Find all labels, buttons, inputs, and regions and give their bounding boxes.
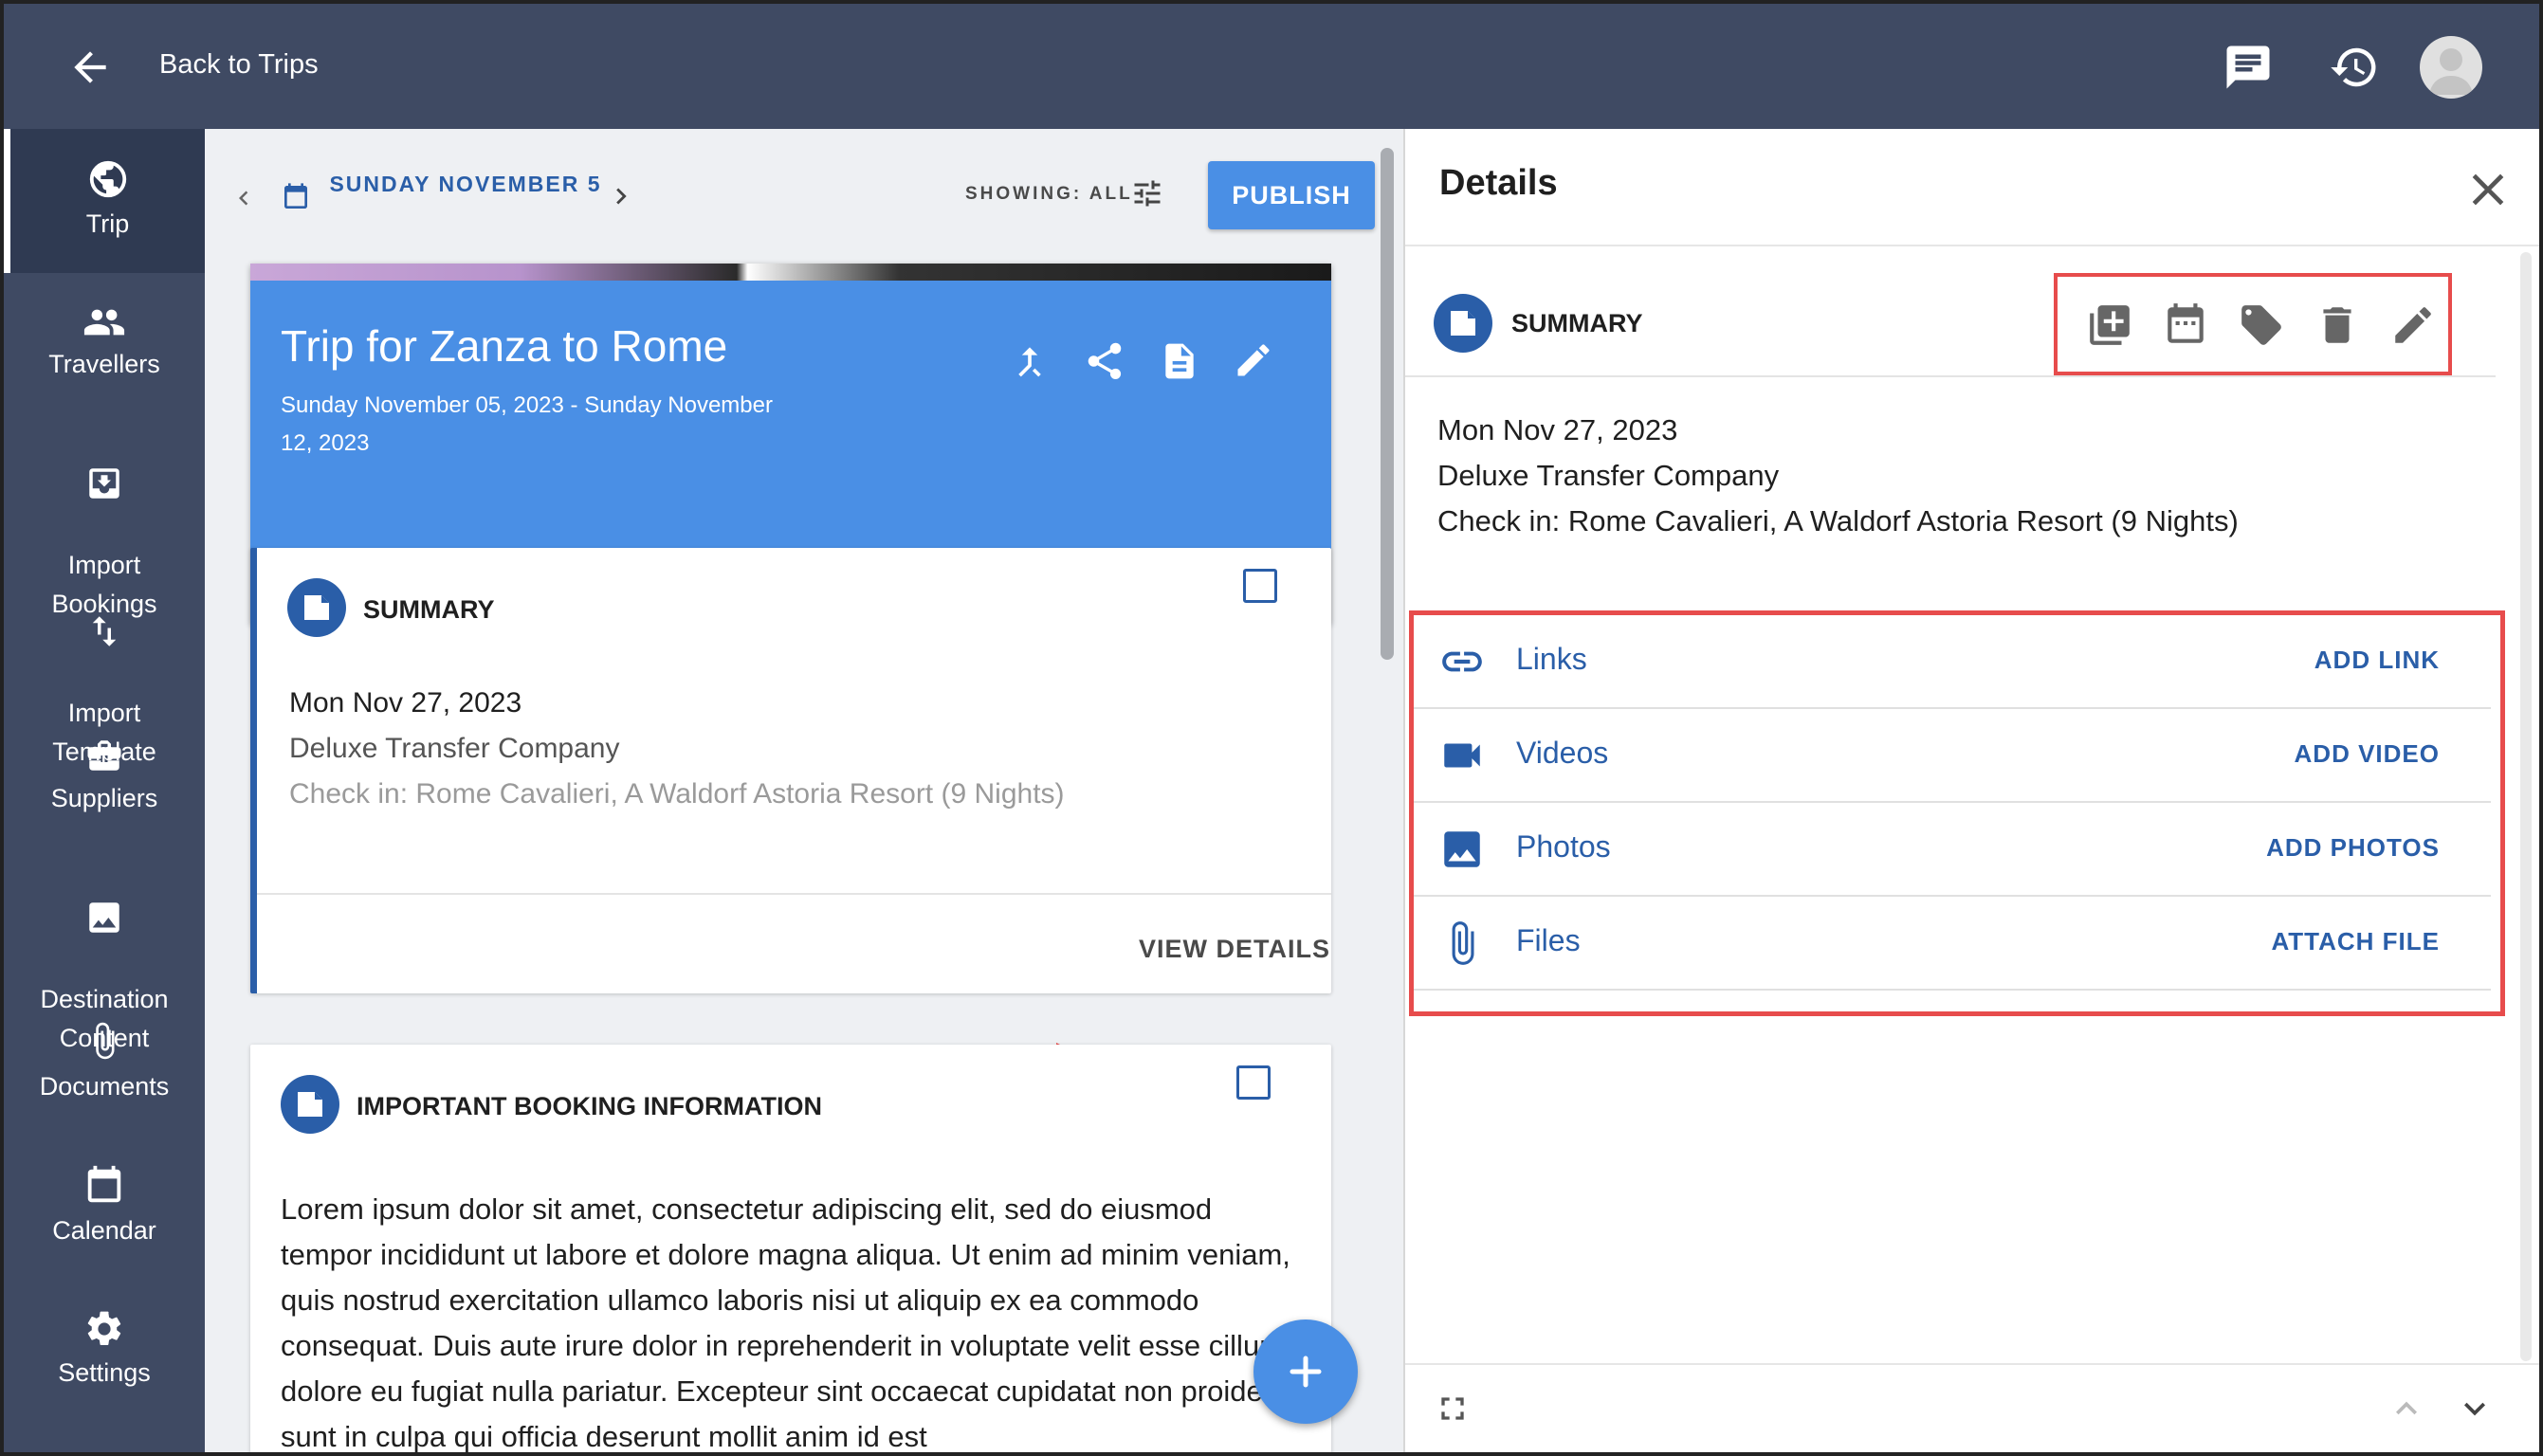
media-row-files: Files ATTACH FILE [1414,897,2491,991]
sidebar: Trip Travellers Import Bookings Import T… [4,129,205,1452]
details-footer-divider [1405,1363,2539,1365]
videos-label: Videos [1516,736,1609,770]
top-bar: Back to Trips [4,4,2539,129]
booking-info-card: IMPORTANT BOOKING INFORMATION Lorem ipsu… [250,1045,1331,1453]
itinerary-pane: SUNDAY NOVEMBER 5 SHOWING: ALL PUBLISH T… [205,129,1403,1453]
booking-info-text: Lorem ipsum dolor sit amet, consectetur … [281,1192,1296,1453]
photos-label: Photos [1516,829,1611,864]
media-row-photos: Photos ADD PHOTOS [1414,803,2491,897]
sidebar-item-label: Settings [58,1358,151,1387]
chevron-up-icon[interactable] [2386,1388,2427,1429]
link-icon [1442,651,1482,672]
video-icon [1444,743,1480,768]
fullscreen-icon[interactable] [1434,1390,1472,1428]
cover-photo-strip [250,264,1331,281]
sidebar-item-label: Suppliers [50,784,158,812]
chevron-left-icon[interactable] [229,184,258,212]
image-icon [89,902,119,933]
calendar-icon[interactable] [2162,301,2209,349]
media-highlight-box: Links ADD LINK Videos ADD VIDEO Photos A… [1409,610,2505,1016]
add-box-icon[interactable] [2086,301,2133,349]
globe-icon [89,160,126,198]
calendar-icon [284,183,307,209]
booking-info-title: IMPORTANT BOOKING INFORMATION [357,1092,822,1120]
close-icon[interactable] [2461,163,2515,216]
publish-button[interactable]: PUBLISH [1208,161,1375,229]
attach-file-button[interactable]: ATTACH FILE [2271,927,2440,956]
summary-card: SUMMARY Mon Nov 27, 2023 Deluxe Transfer… [250,548,1331,993]
details-transfer: Deluxe Transfer Company [1437,459,1780,492]
note-icon [281,1075,339,1134]
media-row-links: Links ADD LINK [1414,615,2491,709]
details-summary-divider [1405,375,2496,377]
sidebar-item-calendar[interactable]: Calendar [4,1164,205,1250]
chevron-down-icon[interactable] [2454,1388,2496,1429]
merge-icon[interactable] [1009,341,1051,383]
swap-vertical-icon [92,616,117,646]
summary-checkin: Check in: Rome Cavalieri, A Waldorf Asto… [289,778,1065,810]
files-label: Files [1516,923,1581,957]
add-video-button[interactable]: ADD VIDEO [2295,739,2440,769]
sidebar-item-settings[interactable]: Settings [4,1308,205,1392]
actions-highlight-box [2054,273,2452,375]
sidebar-item-travellers[interactable]: Travellers [4,303,205,384]
itinerary-scrollbar[interactable] [1381,148,1394,660]
paperclip-icon [96,1022,115,1060]
import-icon [89,468,119,499]
image-icon [1444,831,1480,867]
briefcase-icon [87,740,121,771]
card-divider [257,893,1331,895]
media-row-videos: Videos ADD VIDEO [1414,709,2491,803]
app-window: Back to Trips Trip Travellers Import Boo… [0,0,2543,1456]
back-arrow-icon[interactable] [66,44,114,91]
pencil-icon[interactable] [2389,301,2437,349]
people-icon [83,309,125,336]
trash-icon[interactable] [2314,301,2361,349]
paperclip-icon [1452,921,1474,965]
add-link-button[interactable]: ADD LINK [2314,646,2440,675]
sidebar-item-trip[interactable]: Trip [4,129,205,273]
sidebar-item-label: Trip [85,209,130,238]
pencil-icon[interactable] [1233,339,1274,381]
add-item-fab[interactable] [1253,1320,1358,1424]
document-icon[interactable] [1159,339,1200,383]
sidebar-item-label: Travellers [48,350,160,378]
gear-icon [87,1311,121,1346]
user-avatar[interactable] [2420,36,2482,99]
filter-tune-icon[interactable] [1130,176,1164,210]
trip-dates: Sunday November 05, 2023 - Sunday Novemb… [281,392,773,456]
history-icon[interactable] [2329,42,2380,93]
summary-date: Mon Nov 27, 2023 [289,687,522,719]
sidebar-item-documents[interactable]: Documents [4,1018,205,1106]
calendar-icon [87,1165,121,1203]
details-checkin: Check in: Rome Cavalieri, A Waldorf Asto… [1437,504,2239,537]
details-date: Mon Nov 27, 2023 [1437,413,1678,446]
note-icon [287,578,346,637]
current-date-label: SUNDAY NOVEMBER 5 [329,172,602,196]
add-photos-button[interactable]: ADD PHOTOS [2266,833,2440,863]
details-scrollbar[interactable] [2520,252,2532,1361]
showing-filter-label[interactable]: SHOWING: ALL [965,184,1133,205]
summary-title: SUMMARY [363,595,495,624]
share-icon[interactable] [1083,339,1126,383]
booking-info-checkbox[interactable] [1236,1065,1271,1100]
sidebar-item-label: Calendar [52,1216,156,1245]
tag-icon[interactable] [2238,301,2285,349]
plus-icon [1290,1356,1322,1388]
note-icon [1434,294,1492,353]
summary-checkbox[interactable] [1243,569,1277,603]
details-section-title: SUMMARY [1511,309,1643,337]
chat-icon[interactable] [2223,42,2274,93]
sidebar-item-label: Documents [39,1072,170,1101]
summary-transfer: Deluxe Transfer Company [289,733,620,764]
back-to-trips-link[interactable]: Back to Trips [159,49,319,81]
sidebar-item-suppliers[interactable]: Suppliers [4,736,205,818]
view-details-button[interactable]: VIEW DETAILS [1139,935,1330,964]
details-panel: Details SUMMARY Mon Nov 27, 2023 Deluxe … [1403,129,2539,1452]
details-title: Details [1439,163,1558,203]
links-label: Links [1516,642,1587,676]
chevron-right-icon[interactable] [605,180,637,212]
details-header-divider [1405,245,2539,246]
trip-title: Trip for Zanza to Rome [281,321,728,371]
